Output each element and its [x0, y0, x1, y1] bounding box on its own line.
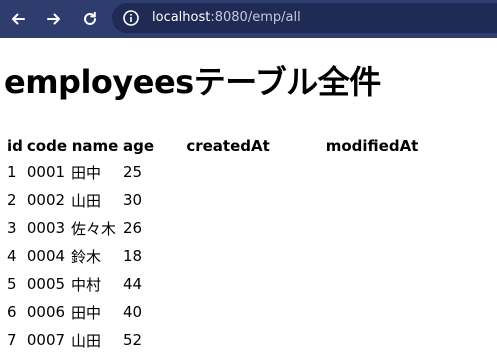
- cell-code: 0003: [26, 219, 66, 237]
- table-row: 4 0004 鈴木 18: [6, 243, 443, 269]
- header-id: id: [7, 136, 23, 155]
- cell-code: 0004: [26, 247, 66, 265]
- table-row: 7 0007 山田 52: [6, 327, 443, 353]
- cell-code: 0002: [26, 191, 66, 209]
- table-row: 6 0006 田中 40: [6, 299, 443, 325]
- cell-age: 18: [123, 247, 143, 265]
- url-host: localhost: [152, 10, 211, 25]
- cell-modified-at: [301, 215, 443, 241]
- cell-created-at: [157, 299, 299, 325]
- cell-code: 0006: [26, 303, 66, 321]
- address-bar[interactable]: localhost:8080/emp/all: [112, 3, 497, 33]
- cell-id: 1: [7, 163, 17, 181]
- reload-button[interactable]: [78, 7, 102, 31]
- site-info-icon: [123, 10, 139, 26]
- cell-id: 3: [7, 219, 17, 237]
- cell-modified-at: [301, 159, 443, 185]
- cell-name: 鈴木: [71, 247, 102, 266]
- browser-toolbar: localhost:8080/emp/all: [0, 0, 497, 38]
- cell-id: 4: [7, 247, 17, 265]
- cell-name: 佐々木: [71, 219, 117, 238]
- forward-button[interactable]: [42, 7, 66, 31]
- cell-id: 7: [7, 331, 17, 349]
- header-age: age: [123, 136, 155, 155]
- arrow-right-icon: [47, 13, 60, 25]
- cell-created-at: [157, 271, 299, 297]
- cell-code: 0005: [26, 275, 66, 293]
- cell-created-at: [157, 327, 299, 353]
- back-button[interactable]: [6, 7, 30, 31]
- cell-created-at: [157, 159, 299, 185]
- header-created-at: createdAt: [186, 136, 270, 155]
- cell-name: 中村: [71, 275, 102, 294]
- url-path: :8080/emp/all: [210, 10, 301, 25]
- table-row: 5 0005 中村 44: [6, 271, 443, 297]
- page-title: employeesテーブル全件: [4, 63, 381, 101]
- cell-name: 田中: [71, 303, 102, 322]
- cell-modified-at: [301, 327, 443, 353]
- cell-modified-at: [301, 299, 443, 325]
- cell-age: 44: [123, 275, 143, 293]
- cell-id: 5: [7, 275, 17, 293]
- url-text: localhost:8080/emp/all: [152, 9, 301, 27]
- cell-age: 30: [123, 191, 143, 209]
- cell-modified-at: [301, 243, 443, 269]
- cell-id: 6: [7, 303, 17, 321]
- cell-name: 山田: [71, 191, 102, 210]
- site-info-button[interactable]: [120, 7, 142, 29]
- header-name: name: [71, 136, 119, 155]
- cell-age: 26: [123, 219, 143, 237]
- header-modified-at: modifiedAt: [325, 136, 419, 155]
- table-row: 1 0001 田中 25: [6, 159, 443, 185]
- arrow-left-icon: [12, 13, 25, 25]
- cell-age: 25: [123, 163, 143, 181]
- cell-name: 山田: [71, 331, 102, 350]
- table-row: 2 0002 山田 30: [6, 187, 443, 213]
- reload-icon: [84, 11, 96, 25]
- cell-created-at: [157, 187, 299, 213]
- employees-table: id code name age createdAt modifiedAt 1 …: [4, 132, 445, 355]
- header-code: code: [26, 136, 67, 155]
- cell-modified-at: [301, 187, 443, 213]
- cell-code: 0001: [26, 163, 66, 181]
- cell-created-at: [157, 215, 299, 241]
- table-row: 3 0003 佐々木 26: [6, 215, 443, 241]
- cell-created-at: [157, 243, 299, 269]
- table-header-row: id code name age createdAt modifiedAt: [6, 134, 443, 157]
- cell-code: 0007: [26, 331, 66, 349]
- cell-id: 2: [7, 191, 17, 209]
- cell-age: 52: [123, 331, 143, 349]
- page-content: employeesテーブル全件 id code name age created…: [0, 38, 497, 355]
- cell-age: 40: [123, 303, 143, 321]
- cell-modified-at: [301, 271, 443, 297]
- cell-name: 田中: [71, 163, 102, 182]
